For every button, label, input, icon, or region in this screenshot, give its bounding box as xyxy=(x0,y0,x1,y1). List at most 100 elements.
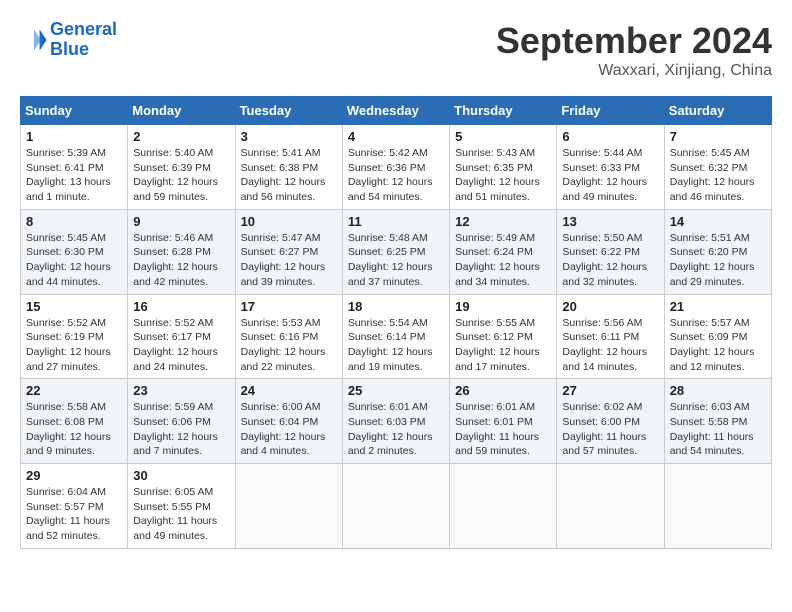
calendar-cell: 1 Sunrise: 5:39 AM Sunset: 6:41 PM Daylig… xyxy=(21,125,128,210)
day-info: Sunrise: 5:41 AM Sunset: 6:38 PM Dayligh… xyxy=(241,146,337,205)
calendar-cell: 4Sunrise: 5:42 AM Sunset: 6:36 PM Daylig… xyxy=(342,125,449,210)
day-info: Sunrise: 5:44 AM Sunset: 6:33 PM Dayligh… xyxy=(562,146,658,205)
day-number: 16 xyxy=(133,299,229,314)
calendar-cell: 15 Sunrise: 5:52 AM Sunset: 6:19 PM Dayli… xyxy=(21,294,128,379)
calendar-cell: 2 Sunrise: 5:40 AM Sunset: 6:39 PM Daylig… xyxy=(128,125,235,210)
day-number: 15 xyxy=(26,299,122,314)
day-info: Sunrise: 5:54 AM Sunset: 6:14 PM Dayligh… xyxy=(348,316,444,375)
day-number: 28 xyxy=(670,383,766,398)
calendar-cell: 25 Sunrise: 6:01 AM Sunset: 6:03 PM Dayli… xyxy=(342,379,449,464)
day-info: Sunrise: 5:57 AM Sunset: 6:09 PM Dayligh… xyxy=(670,316,766,375)
day-info: Sunrise: 5:46 AM Sunset: 6:28 PM Dayligh… xyxy=(133,231,229,290)
calendar-cell: 29Sunrise: 6:04 AM Sunset: 5:57 PM Dayli… xyxy=(21,464,128,549)
calendar-cell: 9 Sunrise: 5:46 AM Sunset: 6:28 PM Daylig… xyxy=(128,209,235,294)
day-info: Sunrise: 5:50 AM Sunset: 6:22 PM Dayligh… xyxy=(562,231,658,290)
day-info: Sunrise: 5:52 AM Sunset: 6:19 PM Dayligh… xyxy=(26,316,122,375)
logo-line2: Blue xyxy=(50,39,89,59)
day-number: 20 xyxy=(562,299,658,314)
day-number: 1 xyxy=(26,129,122,144)
day-header-friday: Friday xyxy=(557,97,664,125)
calendar-cell: 17 Sunrise: 5:53 AM Sunset: 6:16 PM Dayli… xyxy=(235,294,342,379)
day-number: 6 xyxy=(562,129,658,144)
day-number: 22 xyxy=(26,383,122,398)
day-number: 12 xyxy=(455,214,551,229)
day-header-saturday: Saturday xyxy=(664,97,771,125)
location-title: Waxxari, Xinjiang, China xyxy=(496,62,772,80)
calendar-cell: 12 Sunrise: 5:49 AM Sunset: 6:24 PM Dayli… xyxy=(450,209,557,294)
calendar-cell: 27 Sunrise: 6:02 AM Sunset: 6:00 PM Dayli… xyxy=(557,379,664,464)
calendar-header-row: SundayMondayTuesdayWednesdayThursdayFrid… xyxy=(21,97,772,125)
day-info: Sunrise: 5:45 AM Sunset: 6:30 PM Dayligh… xyxy=(26,231,122,290)
calendar-cell: 23Sunrise: 5:59 AM Sunset: 6:06 PM Dayli… xyxy=(128,379,235,464)
day-header-wednesday: Wednesday xyxy=(342,97,449,125)
calendar-cell: 6 Sunrise: 5:44 AM Sunset: 6:33 PM Daylig… xyxy=(557,125,664,210)
calendar-week-row: 22 Sunrise: 5:58 AM Sunset: 6:08 PM Dayli… xyxy=(21,379,772,464)
calendar-cell: 16 Sunrise: 5:52 AM Sunset: 6:17 PM Dayli… xyxy=(128,294,235,379)
calendar-cell: 20Sunrise: 5:56 AM Sunset: 6:11 PM Dayli… xyxy=(557,294,664,379)
calendar-cell: 10 Sunrise: 5:47 AM Sunset: 6:27 PM Dayli… xyxy=(235,209,342,294)
day-header-tuesday: Tuesday xyxy=(235,97,342,125)
day-info: Sunrise: 5:45 AM Sunset: 6:32 PM Dayligh… xyxy=(670,146,766,205)
day-info: Sunrise: 5:58 AM Sunset: 6:08 PM Dayligh… xyxy=(26,400,122,459)
calendar-cell xyxy=(664,464,771,549)
day-info: Sunrise: 6:03 AM Sunset: 5:58 PM Dayligh… xyxy=(670,400,766,459)
calendar-cell: 28 Sunrise: 6:03 AM Sunset: 5:58 PM Dayli… xyxy=(664,379,771,464)
calendar-cell: 7 Sunrise: 5:45 AM Sunset: 6:32 PM Daylig… xyxy=(664,125,771,210)
day-number: 9 xyxy=(133,214,229,229)
day-info: Sunrise: 6:02 AM Sunset: 6:00 PM Dayligh… xyxy=(562,400,658,459)
logo-icon xyxy=(20,26,48,54)
calendar-cell: 18 Sunrise: 5:54 AM Sunset: 6:14 PM Dayli… xyxy=(342,294,449,379)
calendar-table: SundayMondayTuesdayWednesdayThursdayFrid… xyxy=(20,96,772,549)
day-number: 14 xyxy=(670,214,766,229)
day-info: Sunrise: 5:40 AM Sunset: 6:39 PM Dayligh… xyxy=(133,146,229,205)
day-info: Sunrise: 5:47 AM Sunset: 6:27 PM Dayligh… xyxy=(241,231,337,290)
day-info: Sunrise: 5:39 AM Sunset: 6:41 PM Dayligh… xyxy=(26,146,122,205)
calendar-cell: 30 Sunrise: 6:05 AM Sunset: 5:55 PM Dayli… xyxy=(128,464,235,549)
calendar-cell: 19 Sunrise: 5:55 AM Sunset: 6:12 PM Dayli… xyxy=(450,294,557,379)
day-info: Sunrise: 5:52 AM Sunset: 6:17 PM Dayligh… xyxy=(133,316,229,375)
day-info: Sunrise: 5:53 AM Sunset: 6:16 PM Dayligh… xyxy=(241,316,337,375)
day-number: 10 xyxy=(241,214,337,229)
day-info: Sunrise: 5:55 AM Sunset: 6:12 PM Dayligh… xyxy=(455,316,551,375)
day-number: 7 xyxy=(670,129,766,144)
day-number: 30 xyxy=(133,468,229,483)
calendar-cell: 24Sunrise: 6:00 AM Sunset: 6:04 PM Dayli… xyxy=(235,379,342,464)
day-number: 18 xyxy=(348,299,444,314)
day-info: Sunrise: 5:59 AM Sunset: 6:06 PM Dayligh… xyxy=(133,400,229,459)
day-info: Sunrise: 6:04 AM Sunset: 5:57 PM Dayligh… xyxy=(26,485,122,544)
calendar-week-row: 8 Sunrise: 5:45 AM Sunset: 6:30 PM Daylig… xyxy=(21,209,772,294)
day-header-thursday: Thursday xyxy=(450,97,557,125)
calendar-cell: 5 Sunrise: 5:43 AM Sunset: 6:35 PM Daylig… xyxy=(450,125,557,210)
day-number: 8 xyxy=(26,214,122,229)
calendar-week-row: 29Sunrise: 6:04 AM Sunset: 5:57 PM Dayli… xyxy=(21,464,772,549)
logo-text: General Blue xyxy=(50,20,117,60)
day-info: Sunrise: 6:05 AM Sunset: 5:55 PM Dayligh… xyxy=(133,485,229,544)
logo: General Blue xyxy=(20,20,117,60)
day-number: 17 xyxy=(241,299,337,314)
day-number: 21 xyxy=(670,299,766,314)
day-info: Sunrise: 6:00 AM Sunset: 6:04 PM Dayligh… xyxy=(241,400,337,459)
calendar-cell: 3Sunrise: 5:41 AM Sunset: 6:38 PM Daylig… xyxy=(235,125,342,210)
day-header-monday: Monday xyxy=(128,97,235,125)
calendar-cell: 8 Sunrise: 5:45 AM Sunset: 6:30 PM Daylig… xyxy=(21,209,128,294)
day-number: 2 xyxy=(133,129,229,144)
calendar-cell: 11Sunrise: 5:48 AM Sunset: 6:25 PM Dayli… xyxy=(342,209,449,294)
calendar-cell: 21 Sunrise: 5:57 AM Sunset: 6:09 PM Dayli… xyxy=(664,294,771,379)
title-block: September 2024 Waxxari, Xinjiang, China xyxy=(496,20,772,80)
day-info: Sunrise: 5:49 AM Sunset: 6:24 PM Dayligh… xyxy=(455,231,551,290)
day-info: Sunrise: 6:01 AM Sunset: 6:01 PM Dayligh… xyxy=(455,400,551,459)
day-number: 19 xyxy=(455,299,551,314)
calendar-cell: 14Sunrise: 5:51 AM Sunset: 6:20 PM Dayli… xyxy=(664,209,771,294)
calendar-cell: 26Sunrise: 6:01 AM Sunset: 6:01 PM Dayli… xyxy=(450,379,557,464)
day-info: Sunrise: 5:43 AM Sunset: 6:35 PM Dayligh… xyxy=(455,146,551,205)
day-number: 27 xyxy=(562,383,658,398)
calendar-cell: 13 Sunrise: 5:50 AM Sunset: 6:22 PM Dayli… xyxy=(557,209,664,294)
day-info: Sunrise: 5:48 AM Sunset: 6:25 PM Dayligh… xyxy=(348,231,444,290)
month-title: September 2024 xyxy=(496,20,772,62)
day-number: 5 xyxy=(455,129,551,144)
day-number: 13 xyxy=(562,214,658,229)
day-info: Sunrise: 6:01 AM Sunset: 6:03 PM Dayligh… xyxy=(348,400,444,459)
calendar-week-row: 15 Sunrise: 5:52 AM Sunset: 6:19 PM Dayli… xyxy=(21,294,772,379)
day-number: 25 xyxy=(348,383,444,398)
day-info: Sunrise: 5:42 AM Sunset: 6:36 PM Dayligh… xyxy=(348,146,444,205)
